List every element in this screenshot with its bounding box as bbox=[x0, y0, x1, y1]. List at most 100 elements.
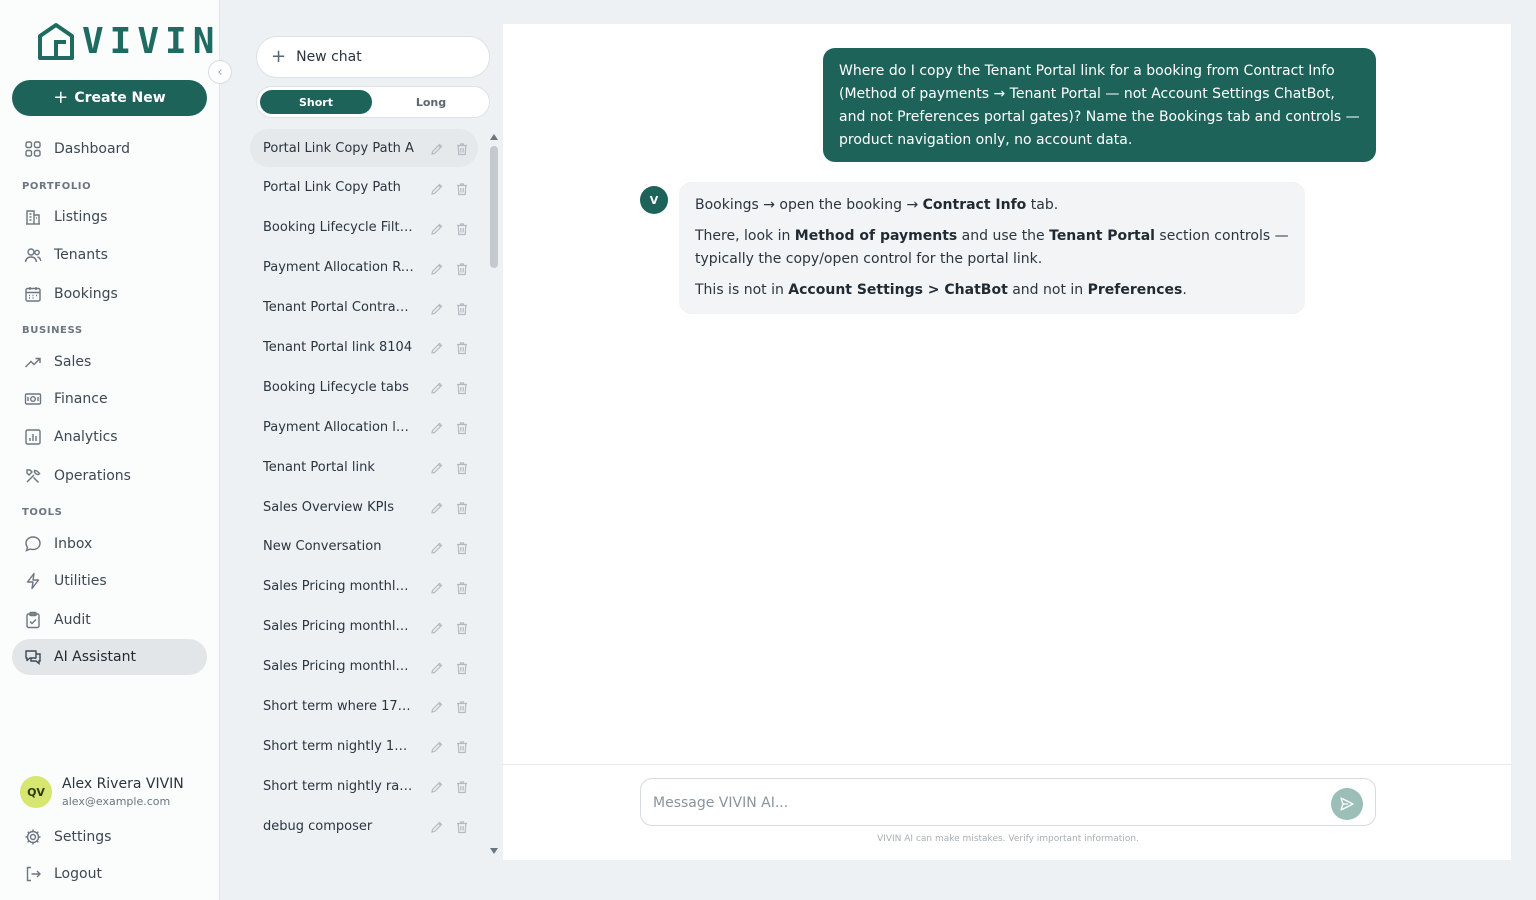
conversation-item[interactable]: Sales Pricing monthly r... bbox=[250, 608, 478, 646]
nav-item-label: Finance bbox=[54, 391, 108, 407]
user-name: Alex Rivera VIVIN bbox=[62, 776, 184, 792]
conversation-title: New Conversation bbox=[263, 539, 382, 555]
pencil-icon[interactable] bbox=[430, 181, 444, 195]
nav-item-bookings[interactable]: Bookings bbox=[12, 276, 207, 312]
nav-item-sales[interactable]: Sales bbox=[12, 344, 207, 380]
trash-icon[interactable] bbox=[455, 580, 469, 594]
nav-item-finance[interactable]: Finance bbox=[12, 381, 207, 417]
brand-name: VIVIN bbox=[82, 21, 221, 62]
collapse-sidebar-button[interactable]: ‹ bbox=[208, 60, 232, 84]
scroll-thumb[interactable] bbox=[490, 146, 498, 268]
nav-item-operations[interactable]: Operations bbox=[12, 458, 207, 494]
conversation-item[interactable]: Sales Pricing monthly r... bbox=[250, 568, 478, 606]
pencil-icon[interactable] bbox=[430, 261, 444, 275]
pencil-icon[interactable] bbox=[430, 739, 444, 754]
trash-icon[interactable] bbox=[455, 420, 469, 435]
trending-up-icon bbox=[25, 357, 41, 368]
trash-icon[interactable] bbox=[455, 779, 469, 794]
conversation-item[interactable]: Booking Lifecycle tabs bbox=[250, 368, 478, 406]
conversation-item[interactable]: New Conversation bbox=[250, 528, 478, 566]
nav-item-listings[interactable]: Listings bbox=[12, 199, 207, 235]
pencil-icon[interactable] bbox=[430, 660, 444, 674]
nav-item-logout[interactable]: Logout bbox=[12, 856, 207, 892]
conversation-item[interactable]: Tenant Portal link bbox=[250, 448, 478, 486]
conversation-item[interactable]: Tenant Portal link 8104 bbox=[250, 328, 478, 366]
conversation-title: Short term nightly 1786... bbox=[263, 738, 415, 754]
house-logo-icon bbox=[38, 23, 74, 60]
user-profile[interactable]: QV Alex Rivera VIVIN alex@example.com bbox=[20, 776, 184, 808]
sidebar: VIVIN + Create New Dashboard PORTFOLIO L… bbox=[0, 0, 220, 900]
scroll-up-arrow-icon[interactable] bbox=[490, 134, 498, 140]
trash-icon[interactable] bbox=[455, 380, 469, 395]
trash-icon[interactable] bbox=[455, 460, 469, 475]
conversation-item[interactable]: Payment Allocation led... bbox=[250, 408, 478, 446]
conversation-item[interactable]: Payment Allocation Rev... bbox=[250, 249, 478, 287]
calendar-icon bbox=[25, 287, 41, 302]
toggle-long[interactable]: Long bbox=[375, 90, 487, 114]
conversation-title: Sales Pricing monthly r... bbox=[263, 579, 415, 595]
pencil-icon[interactable] bbox=[430, 819, 444, 833]
user-message: Where do I copy the Tenant Portal link f… bbox=[823, 48, 1376, 162]
send-button[interactable] bbox=[1331, 788, 1363, 820]
trash-icon[interactable] bbox=[455, 699, 469, 714]
trash-icon[interactable] bbox=[455, 620, 469, 634]
trash-icon[interactable] bbox=[455, 340, 469, 355]
create-new-button[interactable]: + Create New bbox=[12, 80, 207, 116]
nav-item-ai-assistant[interactable]: AI Assistant bbox=[12, 639, 207, 675]
toggle-short[interactable]: Short bbox=[260, 90, 372, 114]
pencil-icon[interactable] bbox=[430, 221, 444, 235]
pencil-icon[interactable] bbox=[430, 540, 444, 554]
pencil-icon[interactable] bbox=[430, 301, 444, 315]
pencil-icon[interactable] bbox=[430, 141, 444, 155]
nav-item-utilities[interactable]: Utilities bbox=[12, 563, 207, 599]
scroll-down-arrow-icon[interactable] bbox=[490, 848, 498, 854]
trash-icon[interactable] bbox=[455, 261, 469, 275]
trash-icon[interactable] bbox=[455, 660, 469, 674]
nav-item-inbox[interactable]: Inbox bbox=[12, 526, 207, 562]
create-new-label: Create New bbox=[74, 90, 166, 106]
conversation-item[interactable]: Short term where 1786... bbox=[250, 687, 478, 725]
conversation-item[interactable]: Portal Link Copy Path A bbox=[250, 129, 478, 167]
conversation-item[interactable]: Tenant Portal Contract ... bbox=[250, 289, 478, 327]
trash-icon[interactable] bbox=[455, 301, 469, 315]
pencil-icon[interactable] bbox=[430, 460, 444, 474]
pencil-icon[interactable] bbox=[430, 620, 444, 634]
new-chat-button[interactable]: + New chat bbox=[256, 36, 490, 78]
nav-item-audit[interactable]: Audit bbox=[12, 602, 207, 638]
conversation-title: Short term where 1786... bbox=[263, 698, 415, 714]
pencil-icon[interactable] bbox=[430, 500, 444, 514]
trash-icon[interactable] bbox=[455, 540, 469, 555]
banknote-icon bbox=[24, 393, 42, 405]
trash-icon[interactable] bbox=[455, 141, 469, 156]
nav-item-dashboard[interactable]: Dashboard bbox=[12, 131, 207, 167]
conversation-title: Payment Allocation led... bbox=[263, 419, 415, 435]
pencil-icon[interactable] bbox=[430, 380, 444, 395]
pencil-icon[interactable] bbox=[430, 580, 444, 594]
nav-item-settings[interactable]: Settings bbox=[12, 819, 207, 855]
trash-icon[interactable] bbox=[455, 739, 469, 754]
message-input[interactable] bbox=[653, 791, 1313, 815]
brand-logo[interactable]: VIVIN bbox=[36, 22, 220, 62]
pencil-icon[interactable] bbox=[430, 779, 444, 794]
assistant-paragraph: Bookings → open the booking → Contract I… bbox=[695, 197, 1059, 213]
conversation-item[interactable]: Sales Overview KPIs bbox=[250, 488, 478, 526]
pencil-icon[interactable] bbox=[430, 699, 444, 714]
pencil-icon[interactable] bbox=[430, 340, 444, 355]
conversation-title: Portal Link Copy Path A bbox=[263, 140, 414, 156]
conversation-item[interactable]: Booking Lifecycle Filters bbox=[250, 209, 478, 247]
trash-icon[interactable] bbox=[455, 221, 469, 235]
conversation-item[interactable]: Portal Link Copy Path bbox=[250, 169, 478, 207]
trash-icon[interactable] bbox=[455, 819, 469, 834]
nav-item-tenants[interactable]: Tenants bbox=[12, 237, 207, 273]
nav-item-label: Tenants bbox=[54, 247, 108, 263]
pencil-icon[interactable] bbox=[430, 420, 444, 434]
nav-item-analytics[interactable]: Analytics bbox=[12, 419, 207, 455]
conversation-item[interactable]: Short term nightly rate... bbox=[250, 767, 478, 805]
conversation-item[interactable]: Sales Pricing monthly r... bbox=[250, 648, 478, 686]
conversation-scrollbar[interactable] bbox=[489, 134, 499, 860]
trash-icon[interactable] bbox=[455, 500, 469, 515]
conversation-item[interactable]: debug composer bbox=[250, 807, 478, 845]
conversation-item[interactable]: Short term nightly 1786... bbox=[250, 727, 478, 765]
trash-icon[interactable] bbox=[455, 181, 469, 195]
assistant-paragraph: This is not in Account Settings > ChatBo… bbox=[695, 282, 1187, 298]
